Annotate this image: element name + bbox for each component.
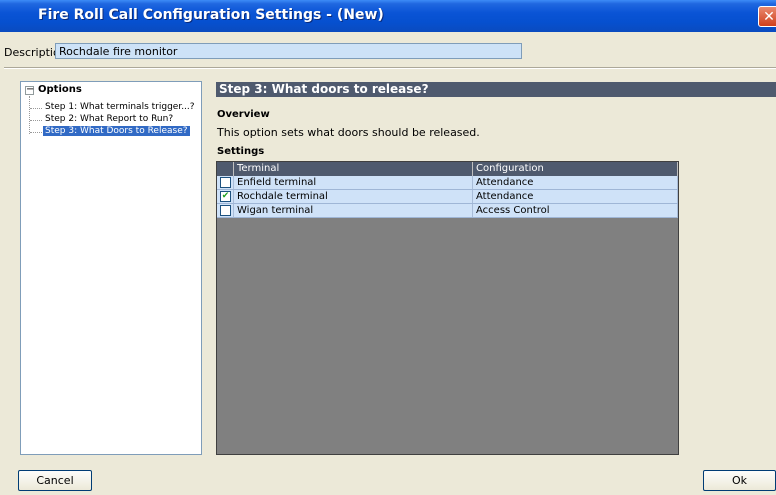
table-row[interactable]: ✔ Rochdale terminal Attendance <box>217 190 678 204</box>
row-checkbox[interactable]: ✔ <box>220 191 231 202</box>
tree-item-step-2[interactable]: Step 2: What Report to Run? <box>43 114 175 124</box>
table-row[interactable]: Enfield terminal Attendance <box>217 176 678 190</box>
terminal-cell: Enfield terminal <box>234 176 473 189</box>
overview-text: This option sets what doors should be re… <box>217 126 480 139</box>
grid-header: Terminal Configuration <box>217 162 678 176</box>
configuration-cell: Access Control <box>473 204 678 217</box>
cancel-button[interactable]: Cancel <box>18 470 92 491</box>
close-button[interactable]: ✕ <box>758 6 776 27</box>
check-cell <box>217 176 234 189</box>
terminal-cell: Rochdale terminal <box>234 190 473 203</box>
check-cell <box>217 204 234 217</box>
tree-line <box>29 96 30 134</box>
tree-item-step-3[interactable]: Step 3: What Doors to Release? <box>43 126 190 136</box>
window-title: Fire Roll Call Configuration Settings - … <box>38 7 384 23</box>
ok-button[interactable]: Ok <box>703 470 776 491</box>
title-bar: Fire Roll Call Configuration Settings - … <box>0 0 776 32</box>
collapse-icon[interactable]: − <box>25 85 34 95</box>
row-checkbox[interactable] <box>220 177 231 188</box>
tree-line <box>30 132 42 133</box>
close-icon: ✕ <box>763 9 775 25</box>
tree-line <box>30 108 42 109</box>
configuration-cell: Attendance <box>473 190 678 203</box>
table-row[interactable]: Wigan terminal Access Control <box>217 204 678 218</box>
terminals-grid[interactable]: Terminal Configuration Enfield terminal … <box>216 161 679 455</box>
tree-item-step-1[interactable]: Step 1: What terminals trigger...? <box>43 102 197 112</box>
row-checkbox[interactable] <box>220 205 231 216</box>
configuration-cell: Attendance <box>473 176 678 189</box>
terminal-cell: Wigan terminal <box>234 204 473 217</box>
ok-label: Ok <box>731 474 748 487</box>
grid-header-check <box>217 162 234 176</box>
settings-heading: Settings <box>217 146 265 157</box>
column-configuration[interactable]: Configuration <box>473 162 678 176</box>
description-input[interactable]: Rochdale fire monitor <box>55 43 522 59</box>
options-tree[interactable]: − Options Step 1: What terminals trigger… <box>20 81 202 455</box>
checkmark-icon: ✔ <box>221 191 230 201</box>
tree-line <box>30 120 42 121</box>
tree-root-options[interactable]: Options <box>38 84 82 95</box>
separator <box>4 67 776 69</box>
overview-heading: Overview <box>217 109 270 120</box>
cancel-label: Cancel <box>36 474 74 487</box>
column-terminal[interactable]: Terminal <box>234 162 473 176</box>
panel-header: Step 3: What doors to release? <box>216 82 776 97</box>
check-cell: ✔ <box>217 190 234 203</box>
